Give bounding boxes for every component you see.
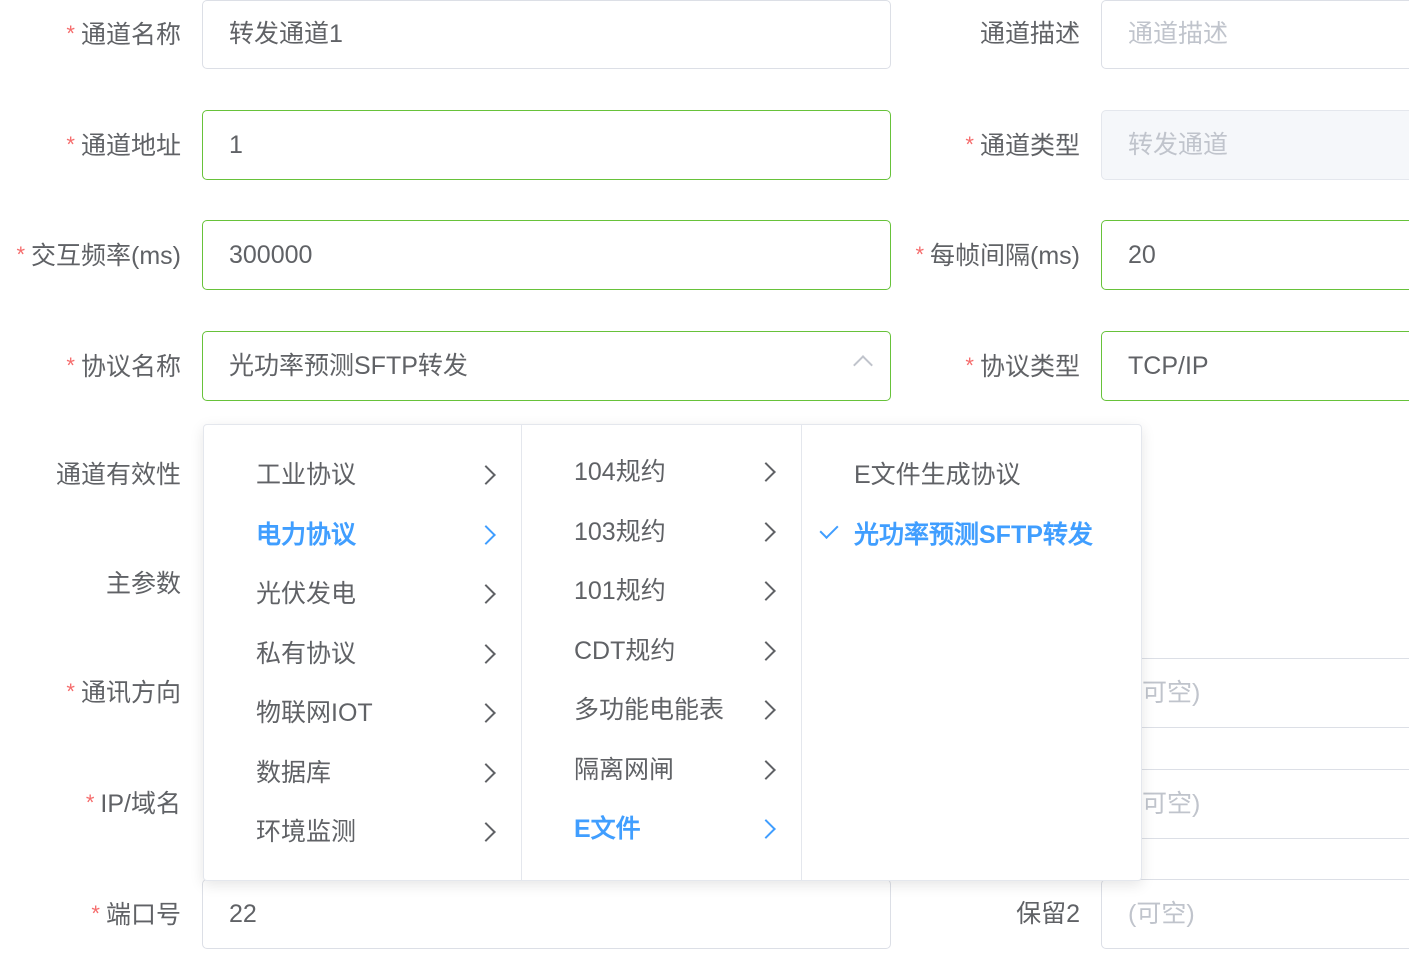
cascader-item-101[interactable]: 101规约: [522, 561, 801, 621]
required-mark: *: [915, 242, 925, 267]
cascader-item-pv[interactable]: 光伏发电: [204, 564, 521, 624]
chevron-right-icon: [476, 584, 496, 604]
chevron-right-icon: [476, 525, 496, 545]
required-mark: *: [66, 679, 75, 704]
cascader-item-gateway[interactable]: 隔离网闸: [522, 740, 801, 800]
ip-domain-label: * IP/域名: [85, 790, 181, 818]
chevron-right-icon: [476, 822, 496, 842]
channel-addr-input[interactable]: 1: [202, 110, 891, 180]
channel-valid-label: 通道有效性: [55, 461, 181, 489]
chevron-right-icon: [476, 644, 496, 664]
channel-desc-input[interactable]: 通道描述: [1101, 0, 1409, 69]
channel-type-input: 转发通道: [1101, 110, 1409, 180]
check-icon: [819, 519, 839, 540]
protocol-type-label: * 协议类型: [965, 353, 1080, 381]
cascader-menu-level2: 104规约 103规约 101规约 CDT规约 多功能电能表 隔离网闸 E文件: [522, 425, 802, 880]
frame-interval-input[interactable]: 20: [1101, 220, 1409, 290]
channel-name-label: * 通道名称: [66, 21, 181, 49]
chevron-right-icon: [476, 465, 496, 485]
protocol-cascader-dropdown: 工业协议 电力协议 光伏发电 私有协议 物联网IOT 数据库 环境监测 104规…: [203, 424, 1142, 881]
required-mark: *: [91, 901, 100, 926]
chevron-up-icon: [853, 355, 873, 375]
cascader-item-private[interactable]: 私有协议: [204, 624, 521, 684]
required-mark: *: [66, 21, 75, 46]
channel-name-input[interactable]: 转发通道1: [202, 0, 891, 69]
required-mark: *: [85, 790, 95, 815]
required-mark: *: [965, 132, 974, 157]
reserve2-input[interactable]: (可空): [1101, 879, 1409, 949]
required-mark: *: [16, 242, 26, 267]
interact-freq-input[interactable]: 300000: [202, 220, 891, 290]
chevron-right-icon: [476, 703, 496, 723]
chevron-right-icon: [756, 462, 776, 482]
comm-direction-right-input[interactable]: 可空): [1101, 658, 1409, 728]
channel-type-label: * 通道类型: [965, 132, 1080, 160]
chevron-right-icon: [756, 760, 776, 780]
cascader-item-103[interactable]: 103规约: [522, 502, 801, 562]
cascader-item-meter[interactable]: 多功能电能表: [522, 680, 801, 740]
chevron-right-icon: [756, 641, 776, 661]
main-param-label: 主参数: [105, 570, 181, 598]
cascader-item-sftp-forward[interactable]: 光功率预测SFTP转发: [802, 505, 1141, 565]
required-mark: *: [66, 132, 75, 157]
protocol-name-label: * 协议名称: [66, 353, 181, 381]
interact-freq-label: * 交互频率(ms): [16, 242, 181, 270]
comm-direction-label: * 通讯方向: [66, 679, 181, 707]
chevron-right-icon: [756, 522, 776, 542]
cascader-item-database[interactable]: 数据库: [204, 743, 521, 803]
chevron-right-icon: [476, 763, 496, 783]
channel-desc-label: 通道描述: [979, 20, 1080, 48]
ip-domain-right-input[interactable]: 可空): [1101, 769, 1409, 839]
cascader-item-efile[interactable]: E文件: [522, 799, 801, 859]
cascader-menu-level1: 工业协议 电力协议 光伏发电 私有协议 物联网IOT 数据库 环境监测: [204, 425, 522, 880]
chevron-right-icon: [756, 700, 776, 720]
required-mark: *: [66, 353, 75, 378]
protocol-name-select[interactable]: 光功率预测SFTP转发: [202, 331, 891, 401]
protocol-type-input[interactable]: TCP/IP: [1101, 331, 1409, 401]
cascader-menu-level3: E文件生成协议 光功率预测SFTP转发: [802, 425, 1141, 880]
chevron-right-icon: [756, 819, 776, 839]
cascader-item-efile-gen[interactable]: E文件生成协议: [802, 445, 1141, 505]
required-mark: *: [965, 353, 974, 378]
reserve2-label: 保留2: [1016, 900, 1080, 928]
port-label: * 端口号: [91, 901, 181, 929]
port-input[interactable]: 22: [202, 879, 891, 949]
cascader-item-env[interactable]: 环境监测: [204, 802, 521, 862]
channel-addr-label: * 通道地址: [66, 132, 181, 160]
cascader-item-104[interactable]: 104规约: [522, 442, 801, 502]
chevron-right-icon: [756, 581, 776, 601]
cascader-item-industrial[interactable]: 工业协议: [204, 445, 521, 505]
cascader-item-power[interactable]: 电力协议: [204, 505, 521, 565]
cascader-item-iot[interactable]: 物联网IOT: [204, 683, 521, 743]
frame-interval-label: * 每帧间隔(ms): [915, 242, 1080, 270]
cascader-item-cdt[interactable]: CDT规约: [522, 621, 801, 681]
